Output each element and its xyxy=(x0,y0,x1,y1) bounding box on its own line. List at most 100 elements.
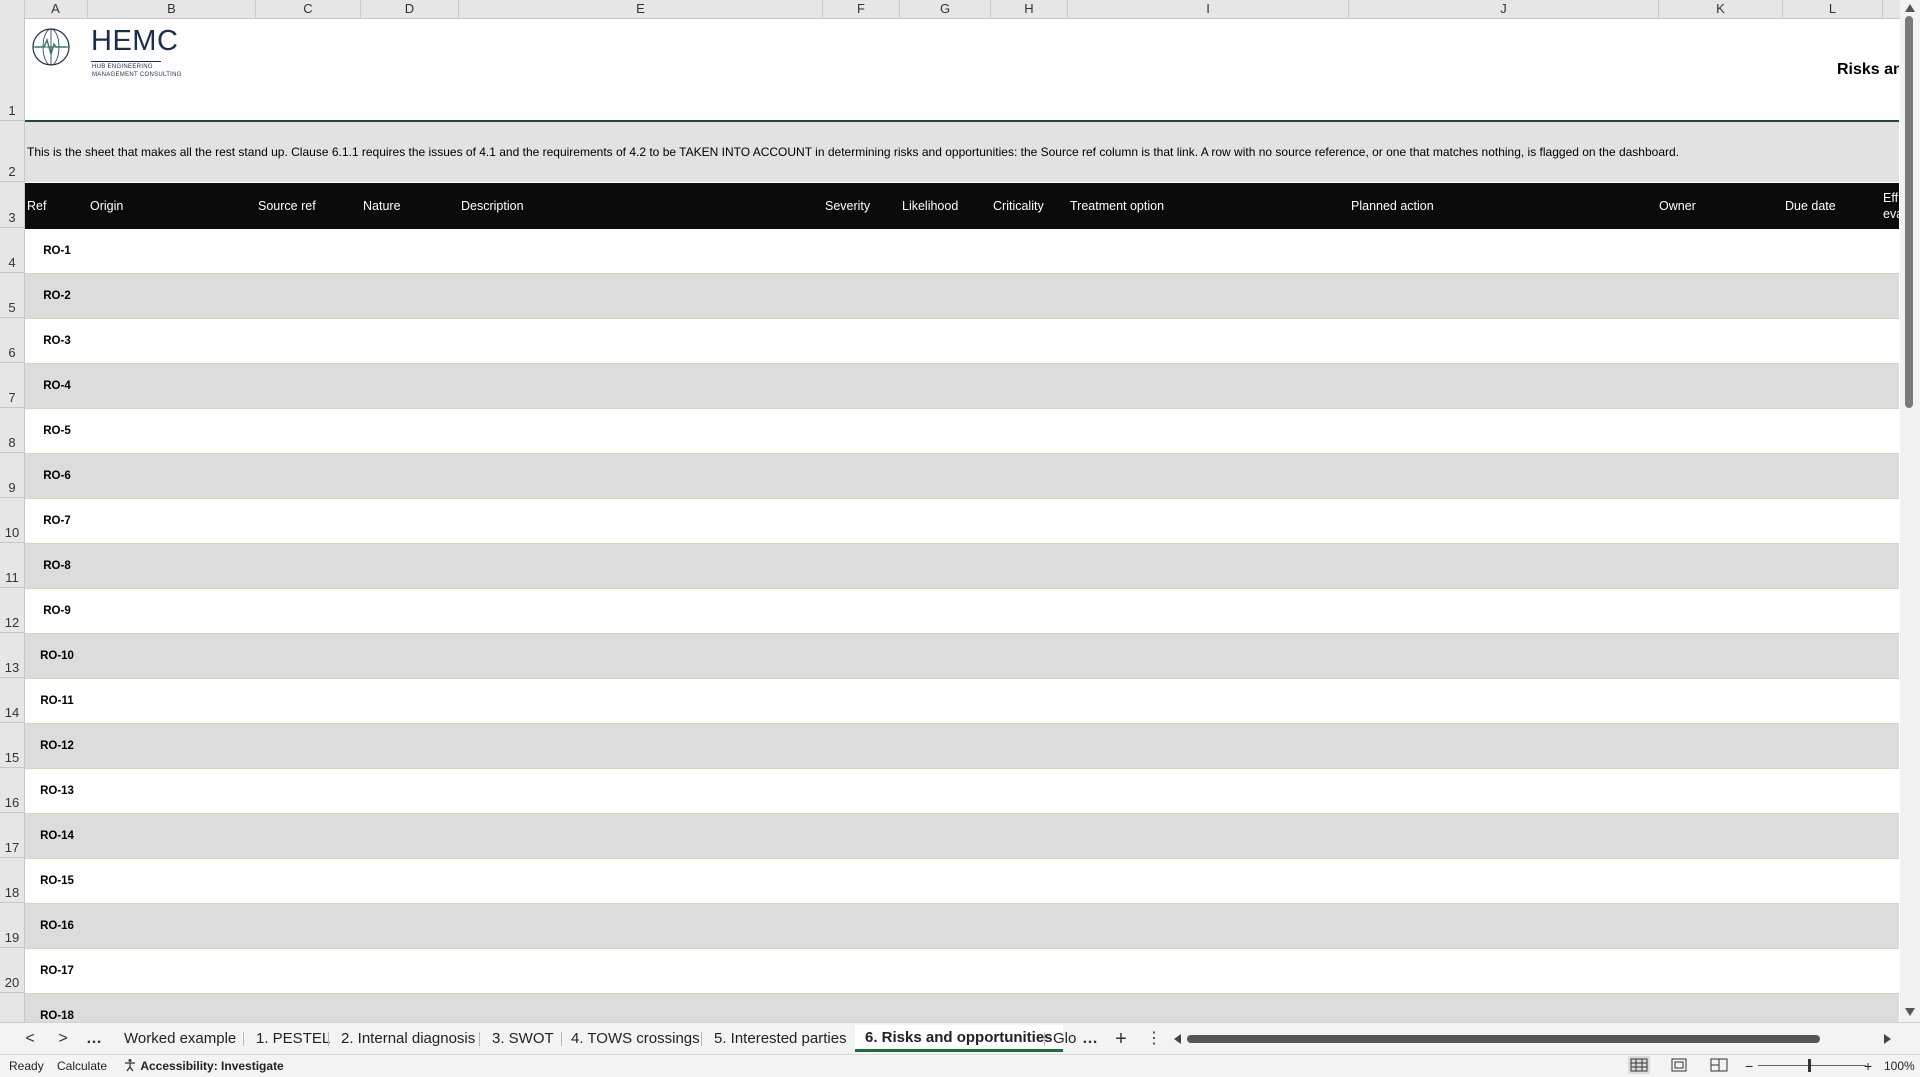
page-break-preview-icon[interactable] xyxy=(1710,1058,1728,1072)
table-row[interactable]: RO-15 xyxy=(25,859,1899,904)
previous-sheet-button[interactable]: < xyxy=(18,1023,42,1055)
page-layout-view-icon[interactable] xyxy=(1670,1058,1688,1072)
column-header-i[interactable]: I xyxy=(1068,0,1349,18)
vertical-scrollbar[interactable] xyxy=(1900,0,1920,1022)
ref-cell[interactable]: RO-7 xyxy=(37,499,77,544)
select-all-corner[interactable] xyxy=(0,0,25,18)
row-header[interactable]: 18 xyxy=(0,858,24,903)
table-row[interactable]: RO-18 xyxy=(25,994,1899,1022)
header-source-ref[interactable]: Source ref xyxy=(258,183,316,229)
header-criticality[interactable]: Criticality xyxy=(993,183,1044,229)
more-sheets-right-button[interactable]: … xyxy=(1078,1023,1102,1055)
row-header[interactable]: 19 xyxy=(0,903,24,948)
row-header[interactable]: 2 xyxy=(0,121,24,182)
zoom-in-button[interactable]: + xyxy=(1864,1055,1872,1077)
row-header[interactable]: 3 xyxy=(0,182,24,228)
tab-interested-parties[interactable]: 5. Interested parties xyxy=(710,1027,851,1051)
header-effectiveness[interactable]: Eff eva xyxy=(1883,190,1899,222)
add-sheet-button[interactable]: + xyxy=(1109,1023,1133,1055)
header-origin[interactable]: Origin xyxy=(90,183,123,229)
column-header-l[interactable]: L xyxy=(1783,0,1883,18)
tab-glo-truncated[interactable]: Glo xyxy=(1049,1027,1080,1051)
column-header-a[interactable]: A xyxy=(24,0,88,18)
normal-view-icon[interactable] xyxy=(1628,1056,1650,1074)
zoom-out-button[interactable]: − xyxy=(1745,1055,1753,1077)
ref-cell[interactable]: RO-8 xyxy=(37,544,77,589)
ref-cell[interactable]: RO-1 xyxy=(37,229,77,274)
row-header[interactable]: 15 xyxy=(0,723,24,768)
header-owner[interactable]: Owner xyxy=(1659,183,1696,229)
more-sheets-left-button[interactable]: … xyxy=(82,1023,106,1055)
column-header-c[interactable]: C xyxy=(256,0,361,18)
zoom-slider-thumb[interactable] xyxy=(1808,1059,1811,1072)
ref-cell[interactable]: RO-5 xyxy=(37,409,77,454)
row-header[interactable]: 5 xyxy=(0,273,24,318)
table-row[interactable]: RO-6 xyxy=(25,454,1899,499)
table-row[interactable]: RO-17 xyxy=(25,949,1899,994)
vertical-scroll-thumb[interactable] xyxy=(1905,16,1913,408)
table-row[interactable]: RO-16 xyxy=(25,904,1899,949)
ref-cell[interactable]: RO-2 xyxy=(37,274,77,319)
ref-cell[interactable]: RO-9 xyxy=(37,589,77,634)
ref-cell[interactable]: RO-14 xyxy=(37,814,77,859)
scroll-down-arrow-icon[interactable] xyxy=(1905,1008,1915,1016)
row-header[interactable]: 1 xyxy=(0,18,24,121)
scroll-left-arrow-icon[interactable] xyxy=(1174,1034,1181,1044)
row-header[interactable]: 8 xyxy=(0,408,24,453)
row-header[interactable]: 7 xyxy=(0,363,24,408)
ref-cell[interactable]: RO-17 xyxy=(37,949,77,994)
column-header-j[interactable]: J xyxy=(1349,0,1659,18)
column-header-e[interactable]: E xyxy=(459,0,823,18)
header-ref[interactable]: Ref xyxy=(27,183,46,229)
ref-cell[interactable]: RO-15 xyxy=(37,859,77,904)
table-row[interactable]: RO-11 xyxy=(25,679,1899,724)
row-header[interactable]: 10 xyxy=(0,498,24,543)
column-header-h[interactable]: H xyxy=(991,0,1068,18)
row-header[interactable]: 11 xyxy=(0,543,24,588)
row-header[interactable]: 4 xyxy=(0,228,24,273)
table-row[interactable]: RO-7 xyxy=(25,499,1899,544)
zoom-level[interactable]: 100% xyxy=(1884,1055,1915,1077)
table-row[interactable]: RO-13 xyxy=(25,769,1899,814)
ref-cell[interactable]: RO-11 xyxy=(37,679,77,724)
calculate-button[interactable]: Calculate xyxy=(57,1055,107,1077)
ref-cell[interactable]: RO-16 xyxy=(37,904,77,949)
horizontal-scroll-thumb[interactable] xyxy=(1187,1035,1820,1043)
table-row[interactable]: RO-2 xyxy=(25,274,1899,319)
tab-pestel[interactable]: 1. PESTEL xyxy=(252,1027,334,1051)
tab-internal-diagnosis[interactable]: 2. Internal diagnosis xyxy=(337,1027,479,1051)
scroll-up-arrow-icon[interactable] xyxy=(1905,4,1915,12)
column-header-b[interactable]: B xyxy=(88,0,256,18)
next-sheet-button[interactable]: > xyxy=(51,1023,75,1055)
table-row[interactable]: RO-5 xyxy=(25,409,1899,454)
ref-cell[interactable]: RO-4 xyxy=(37,364,77,409)
table-row[interactable]: RO-8 xyxy=(25,544,1899,589)
column-header-f[interactable]: F xyxy=(823,0,900,18)
ref-cell[interactable]: RO-12 xyxy=(37,724,77,769)
row-header[interactable]: 16 xyxy=(0,768,24,813)
table-row[interactable]: RO-3 xyxy=(25,319,1899,364)
worksheet-grid[interactable]: HEMC HUB ENGINEERING MANAGEMENT CONSULTI… xyxy=(25,19,1899,1022)
column-header-d[interactable]: D xyxy=(361,0,459,18)
column-header-g[interactable]: G xyxy=(900,0,991,18)
table-row[interactable]: RO-1 xyxy=(25,229,1899,274)
ref-cell[interactable]: RO-18 xyxy=(37,994,77,1022)
ref-cell[interactable]: RO-3 xyxy=(37,319,77,364)
column-header-k[interactable]: K xyxy=(1659,0,1783,18)
row-header[interactable]: 6 xyxy=(0,318,24,363)
header-planned-action[interactable]: Planned action xyxy=(1351,183,1434,229)
scroll-right-arrow-icon[interactable] xyxy=(1884,1034,1891,1044)
header-due-date[interactable]: Due date xyxy=(1785,183,1836,229)
row-header[interactable]: 20 xyxy=(0,948,24,993)
accessibility-status[interactable]: Accessibility: Investigate xyxy=(123,1055,284,1077)
sheet-options-button[interactable]: ⋮ xyxy=(1142,1023,1166,1055)
ref-cell[interactable]: RO-10 xyxy=(37,634,77,679)
header-severity[interactable]: Severity xyxy=(825,183,870,229)
tab-swot[interactable]: 3. SWOT xyxy=(488,1027,558,1051)
ref-cell[interactable]: RO-6 xyxy=(37,454,77,499)
table-row[interactable]: RO-10 xyxy=(25,634,1899,679)
header-treatment-option[interactable]: Treatment option xyxy=(1070,183,1164,229)
table-row[interactable]: RO-9 xyxy=(25,589,1899,634)
row-header[interactable]: 14 xyxy=(0,678,24,723)
row-header[interactable]: 13 xyxy=(0,633,24,678)
